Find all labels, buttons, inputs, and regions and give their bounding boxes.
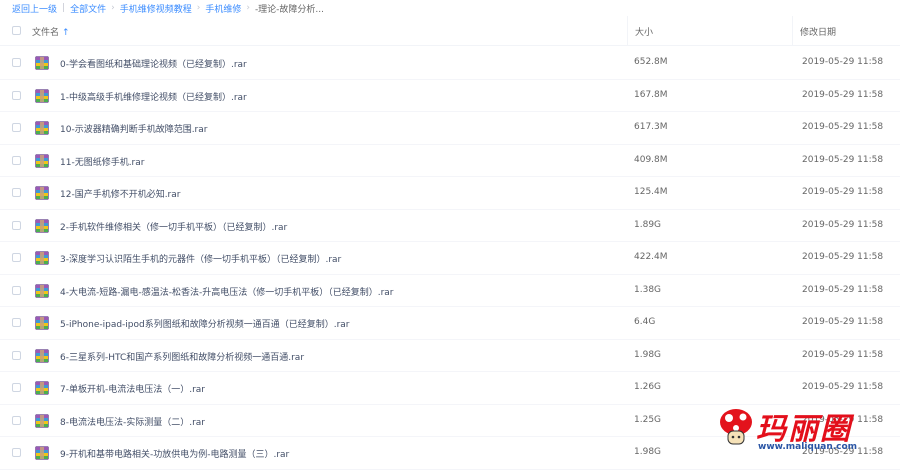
file-size: 1.89G: [634, 219, 662, 230]
file-name[interactable]: 12-国产手机修不开机必知.rar: [60, 187, 180, 200]
file-name[interactable]: 3-深度学习认识陌生手机的元器件（修一切手机平板）（已经复制）.rar: [60, 252, 341, 265]
watermark-logo: 玛丽圈 www.maliquan.com: [718, 402, 888, 462]
file-size: 1.25G: [634, 414, 662, 425]
rar-archive-icon: [35, 88, 49, 103]
file-size: 422.4M: [634, 252, 668, 262]
rar-archive-icon: [35, 186, 49, 200]
rar-archive-icon: [35, 56, 49, 70]
file-size: 1.26G: [634, 382, 662, 392]
row-checkbox[interactable]: [12, 90, 21, 100]
breadcrumb-divider: |: [62, 3, 66, 13]
rar-archive-icon: [35, 316, 49, 330]
row-checkbox[interactable]: [12, 58, 21, 67]
file-row[interactable]: 0-学会看图纸和基础理论视频（已经复制）.rar 652.8M 2019-05-29…: [0, 47, 900, 80]
breadcrumb-current: -理论-故障分析...: [254, 4, 325, 15]
rar-archive-icon: [35, 121, 49, 135]
column-header-date[interactable]: 修改日期: [800, 25, 836, 38]
file-row[interactable]: 5-iPhone-ipad-ipod系列图纸和故障分析视频一通百通（已经复制）.…: [0, 307, 900, 340]
file-date: 2019-05-29 11:58: [802, 122, 884, 132]
file-row[interactable]: 3-深度学习认识陌生手机的元器件（修一切手机平板）（已经复制）.rar 422.4…: [0, 242, 900, 275]
column-header-name-label: 文件名: [32, 28, 60, 38]
breadcrumb-level2[interactable]: 手机维修: [205, 2, 241, 15]
file-name[interactable]: 0-学会看图纸和基础理论视频（已经复制）.rar: [60, 57, 247, 70]
breadcrumb-chevron-icon: ›: [111, 3, 115, 13]
row-checkbox[interactable]: [12, 253, 21, 262]
file-row[interactable]: 2-手机软件维修相关（修一切手机平板）（已经复制）.rar 1.89G 2019-0…: [0, 210, 900, 242]
file-size: 1.98G: [634, 447, 662, 457]
rar-archive-icon: [35, 413, 49, 428]
rar-archive-icon: [35, 381, 49, 395]
file-name[interactable]: 8-电流法电压法-实际测量（二）.rar: [60, 415, 205, 428]
file-name[interactable]: 9-开机和基带电路相关-功放供电为例-电路测量（三）.rar: [60, 447, 289, 460]
mushroom-icon: [720, 409, 752, 445]
select-all-checkbox[interactable]: [12, 26, 21, 35]
file-row[interactable]: 11-无图纸修手机.rar 409.8M 2019-05-29 11:58: [0, 145, 900, 177]
rar-archive-icon: [35, 446, 49, 460]
row-checkbox[interactable]: [12, 350, 21, 360]
row-checkbox[interactable]: [12, 318, 21, 327]
rar-archive-icon: [35, 153, 49, 168]
row-checkbox[interactable]: [12, 123, 21, 132]
row-checkbox[interactable]: [12, 415, 21, 425]
breadcrumb-all-files[interactable]: 全部文件: [70, 2, 106, 15]
rar-archive-icon: [35, 251, 49, 265]
file-row[interactable]: 1-中级高级手机维修理论视频（已经复制）.rar 167.8M 2019-05-29…: [0, 80, 900, 112]
breadcrumb-chevron-icon: ›: [196, 3, 201, 13]
file-name[interactable]: 2-手机软件维修相关（修一切手机平板）（已经复制）.rar: [60, 220, 287, 233]
file-date: 2019-05-29 11:58: [802, 317, 884, 327]
file-date: 2019-05-29 11:58: [802, 349, 884, 360]
row-checkbox[interactable]: [12, 285, 21, 295]
file-name[interactable]: 5-iPhone-ipad-ipod系列图纸和故障分析视频一通百通（已经复制）.…: [60, 317, 350, 330]
rar-archive-icon: [35, 348, 49, 363]
file-date: 2019-05-29 11:58: [802, 89, 884, 100]
file-date: 2019-05-29 11:58: [802, 219, 884, 230]
rar-archive-icon: [35, 283, 49, 298]
file-size: 167.8M: [634, 89, 668, 100]
breadcrumb-level1[interactable]: 手机维修视频教程: [120, 2, 192, 15]
sort-arrow-icon[interactable]: ↑: [62, 28, 70, 38]
row-checkbox[interactable]: [12, 220, 21, 230]
file-row[interactable]: 10-示波器精确判断手机故障范围.rar 617.3M 2019-05-29 11:…: [0, 112, 900, 145]
file-name[interactable]: 6-三星系列-HTC和国产系列图纸和故障分析视频一通百通.rar: [60, 350, 304, 363]
file-date: 2019-05-29 11:58: [802, 252, 884, 262]
row-checkbox[interactable]: [12, 448, 21, 457]
file-row[interactable]: 4-大电流-短路-漏电-感温法-松香法-升高电压法（修一切手机平板）（已经复制）…: [0, 275, 900, 307]
file-name[interactable]: 11-无图纸修手机.rar: [60, 155, 144, 168]
breadcrumb-chevron-icon: ›: [246, 3, 250, 13]
breadcrumb: 返回上一级 | 全部文件 › 手机维修视频教程 › 手机维修 › -理论-故障分…: [0, 0, 900, 16]
back-link[interactable]: 返回上一级: [12, 2, 57, 15]
file-size: 6.4G: [634, 317, 656, 327]
file-name[interactable]: 1-中级高级手机维修理论视频（已经复制）.rar: [60, 90, 247, 103]
rar-archive-icon: [35, 218, 49, 233]
column-header-size[interactable]: 大小: [635, 25, 653, 38]
file-name[interactable]: 10-示波器精确判断手机故障范围.rar: [60, 122, 207, 135]
column-divider[interactable]: [627, 16, 628, 46]
file-row[interactable]: 12-国产手机修不开机必知.rar 125.4M 2019-05-29 11:58: [0, 177, 900, 210]
file-size: 652.8M: [634, 57, 668, 67]
file-list-header: 文件名 ↑ 大小 修改日期: [0, 16, 900, 46]
file-row[interactable]: 6-三星系列-HTC和国产系列图纸和故障分析视频一通百通.rar 1.98G 201…: [0, 340, 900, 372]
file-size: 409.8M: [634, 154, 668, 165]
watermark-url: www.maliquan.com: [758, 442, 858, 452]
file-size: 1.38G: [634, 284, 662, 295]
column-header-name[interactable]: 文件名 ↑: [32, 25, 70, 38]
file-size: 125.4M: [634, 187, 668, 197]
column-divider[interactable]: [792, 16, 793, 46]
row-checkbox[interactable]: [12, 155, 21, 165]
file-date: 2019-05-29 11:58: [802, 187, 884, 197]
row-checkbox[interactable]: [12, 383, 21, 392]
file-row[interactable]: 7-单板开机-电流法电压法（一）.rar 1.26G 2019-05-29 11:5…: [0, 372, 900, 405]
file-date: 2019-05-29 11:58: [802, 382, 884, 392]
file-date: 2019-05-29 11:58: [802, 284, 884, 295]
file-date: 2019-05-29 11:58: [802, 154, 884, 165]
file-name[interactable]: 4-大电流-短路-漏电-感温法-松香法-升高电压法（修一切手机平板）（已经复制）…: [60, 285, 394, 298]
file-size: 617.3M: [634, 122, 668, 132]
file-size: 1.98G: [634, 349, 662, 360]
file-date: 2019-05-29 11:58: [802, 57, 884, 67]
file-name[interactable]: 7-单板开机-电流法电压法（一）.rar: [60, 382, 205, 395]
row-checkbox[interactable]: [12, 188, 21, 197]
